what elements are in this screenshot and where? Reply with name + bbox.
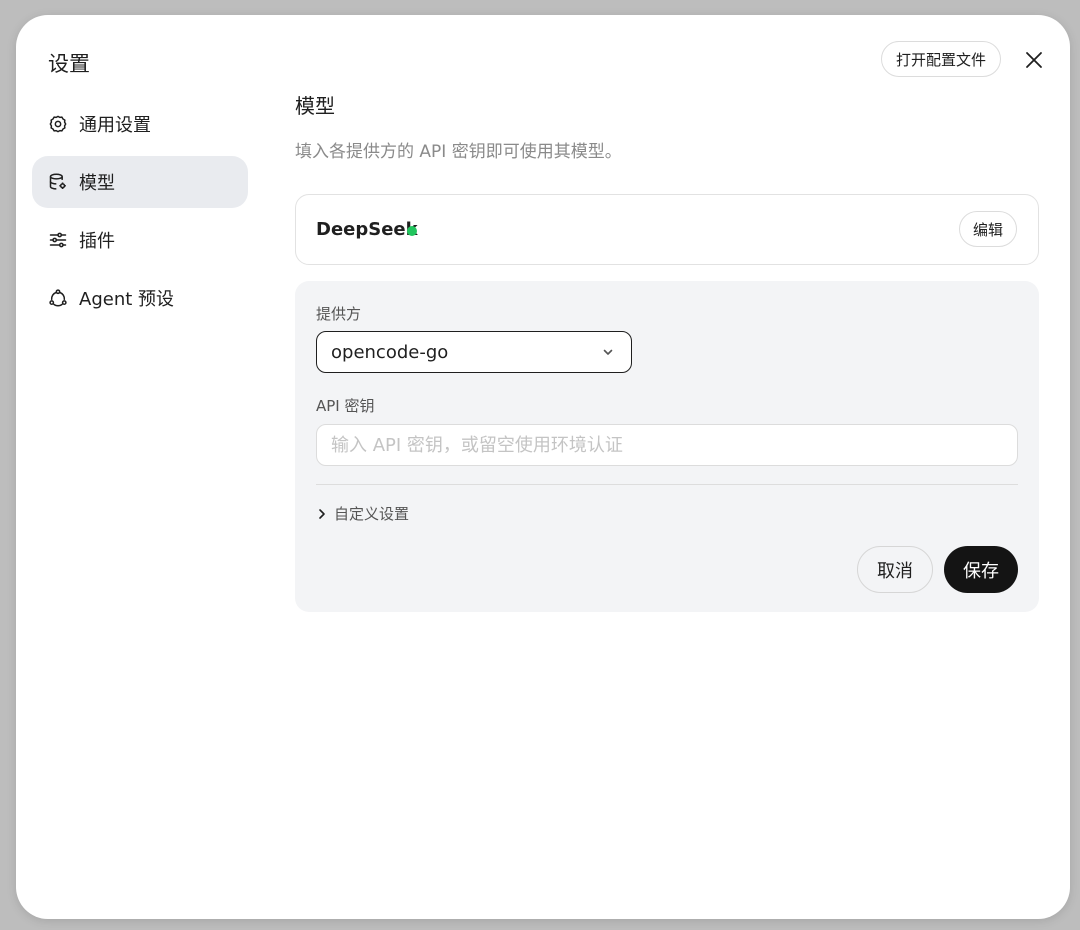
close-button[interactable] (1022, 48, 1046, 72)
sidebar-item-agent-presets[interactable]: Agent 预设 (32, 272, 248, 324)
custom-settings-label: 自定义设置 (334, 505, 410, 523)
close-icon (1026, 52, 1042, 68)
sidebar-item-label: Agent 预设 (79, 289, 175, 310)
save-button[interactable]: 保存 (944, 546, 1018, 593)
sidebar-item-plugins[interactable]: 插件 (32, 214, 248, 266)
provider-card: DeepSeek 编辑 (295, 194, 1039, 265)
sidebar-nav: 通用设置 模型 插件 Agent 预设 (32, 98, 248, 330)
gear-icon (48, 114, 68, 134)
sidebar-item-label: 通用设置 (79, 115, 151, 136)
api-key-input[interactable] (316, 424, 1018, 466)
edit-button[interactable]: 编辑 (959, 211, 1018, 247)
open-config-file-button[interactable]: 打开配置文件 (881, 41, 1002, 77)
cancel-button[interactable]: 取消 (857, 546, 933, 593)
chevron-right-icon (319, 508, 325, 519)
settings-dialog: 设置 通用设置 模型 插件 Agent 预设 打开配置文件 模型 填入各提供方的… (16, 15, 1070, 919)
provider-select[interactable]: opencode-go (316, 331, 632, 373)
provider-name: DeepSeek (316, 219, 418, 240)
provider-label: 提供方 (316, 305, 362, 323)
provider-select-value: opencode-go (331, 341, 449, 363)
sidebar-item-models[interactable]: 模型 (32, 156, 248, 208)
divider (316, 484, 1018, 485)
database-icon (48, 172, 68, 192)
sidebar-title: 设置 (48, 52, 90, 76)
sidebar-item-label: 模型 (79, 173, 115, 194)
sliders-icon (48, 230, 68, 250)
chevron-down-icon (603, 349, 613, 355)
page-title: 模型 (295, 94, 335, 118)
status-indicator (407, 226, 417, 236)
sidebar-item-label: 插件 (79, 231, 115, 252)
api-key-label: API 密钥 (316, 397, 375, 415)
agent-icon (48, 288, 68, 308)
provider-form: 提供方 opencode-go API 密钥 自定义设置 取消 保存 (295, 281, 1039, 612)
custom-settings-toggle[interactable]: 自定义设置 (316, 503, 409, 524)
sidebar-item-general[interactable]: 通用设置 (32, 98, 248, 150)
page-description: 填入各提供方的 API 密钥即可使用其模型。 (295, 142, 622, 162)
